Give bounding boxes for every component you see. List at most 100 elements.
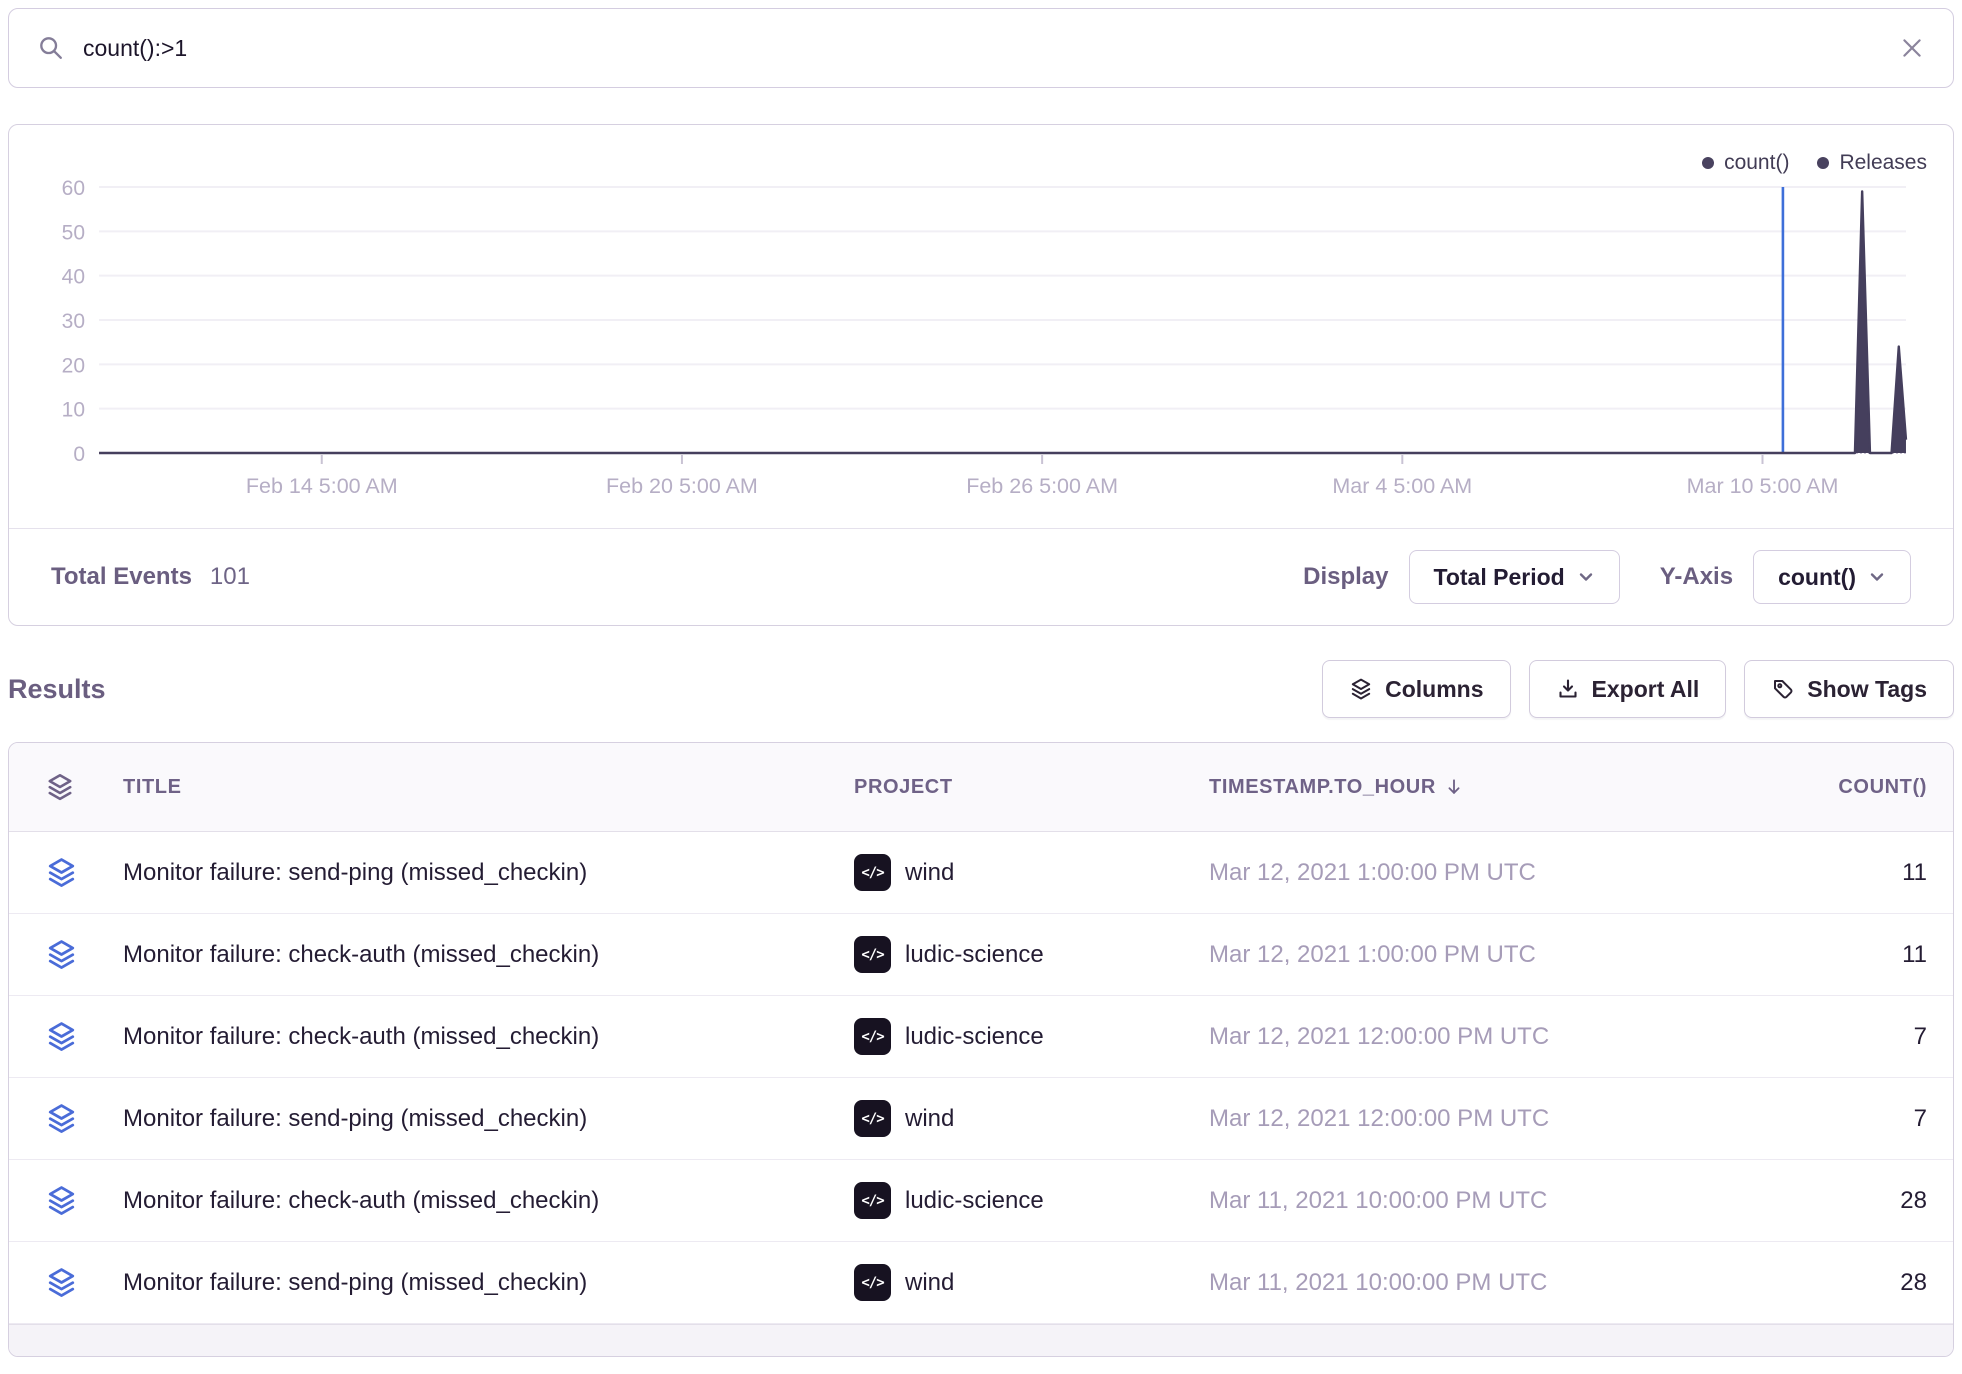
results-header: Results Columns Export All Show Tags bbox=[8, 660, 1954, 718]
event-count: 7 bbox=[1757, 1023, 1927, 1051]
event-title[interactable]: Monitor failure: send-ping (missed_check… bbox=[123, 1105, 587, 1133]
results-heading: Results bbox=[8, 674, 106, 705]
download-icon bbox=[1556, 677, 1580, 701]
export-all-button[interactable]: Export All bbox=[1529, 660, 1727, 718]
show-tags-button[interactable]: Show Tags bbox=[1744, 660, 1954, 718]
event-count: 11 bbox=[1757, 859, 1927, 887]
display-select[interactable]: Total Period bbox=[1409, 550, 1620, 604]
project-name: ludic-science bbox=[905, 1023, 1044, 1051]
chevron-down-icon bbox=[1577, 568, 1595, 586]
table-row[interactable]: Monitor failure: send-ping (missed_check… bbox=[9, 1078, 1953, 1160]
svg-text:Feb 20 5:00 AM: Feb 20 5:00 AM bbox=[606, 474, 758, 498]
svg-text:40: 40 bbox=[62, 266, 85, 289]
svg-text:Mar 4 5:00 AM: Mar 4 5:00 AM bbox=[1332, 474, 1472, 498]
stack-icon bbox=[45, 938, 123, 971]
column-header-project[interactable]: PROJECT bbox=[854, 776, 1209, 799]
svg-text:0: 0 bbox=[73, 443, 85, 466]
event-timestamp: Mar 12, 2021 1:00:00 PM UTC bbox=[1209, 859, 1757, 887]
tag-icon bbox=[1771, 677, 1795, 701]
svg-text:Feb 26 5:00 AM: Feb 26 5:00 AM bbox=[966, 474, 1118, 498]
project-name: ludic-science bbox=[905, 1187, 1044, 1215]
platform-code-icon: </> bbox=[854, 854, 891, 891]
platform-code-icon: </> bbox=[854, 1100, 891, 1137]
project-name: wind bbox=[905, 859, 954, 887]
table-row[interactable]: Monitor failure: send-ping (missed_check… bbox=[9, 1242, 1953, 1324]
stack-icon bbox=[45, 856, 123, 889]
y-axis-select[interactable]: count() bbox=[1753, 550, 1911, 604]
event-count: 28 bbox=[1757, 1269, 1927, 1297]
column-header-title[interactable]: TITLE bbox=[123, 776, 854, 799]
layers-icon bbox=[1349, 677, 1373, 701]
event-count: 11 bbox=[1757, 941, 1927, 969]
events-chart: count() Releases 0 10 20 30 40 50 60 Feb 14 5:00… bbox=[9, 125, 1953, 528]
sort-desc-icon bbox=[1444, 777, 1464, 797]
svg-text:20: 20 bbox=[62, 354, 85, 377]
platform-code-icon: </> bbox=[854, 1182, 891, 1219]
event-title[interactable]: Monitor failure: check-auth (missed_chec… bbox=[123, 1023, 599, 1051]
legend-item-count[interactable]: count() bbox=[1702, 151, 1789, 175]
platform-code-icon: </> bbox=[854, 1018, 891, 1055]
total-events-label: Total Events bbox=[51, 563, 192, 591]
event-count: 28 bbox=[1757, 1187, 1927, 1215]
svg-text:50: 50 bbox=[62, 221, 85, 244]
event-title[interactable]: Monitor failure: send-ping (missed_check… bbox=[123, 1269, 587, 1297]
svg-text:30: 30 bbox=[62, 310, 85, 333]
platform-code-icon: </> bbox=[854, 1264, 891, 1301]
project-name: wind bbox=[905, 1269, 954, 1297]
platform-code-icon: </> bbox=[854, 936, 891, 973]
display-select-value: Total Period bbox=[1434, 564, 1565, 591]
project-name: ludic-science bbox=[905, 941, 1044, 969]
chart-canvas: 0 10 20 30 40 50 60 Feb 14 5:00 AM Feb 20 5:00 A… bbox=[9, 125, 1953, 528]
stack-icon bbox=[45, 1020, 123, 1053]
legend-label: Releases bbox=[1839, 151, 1927, 175]
chevron-down-icon bbox=[1868, 568, 1886, 586]
event-timestamp: Mar 12, 2021 12:00:00 PM UTC bbox=[1209, 1023, 1757, 1051]
y-axis-select-value: count() bbox=[1778, 564, 1856, 591]
search-bar[interactable] bbox=[8, 8, 1954, 88]
show-tags-button-label: Show Tags bbox=[1807, 676, 1927, 703]
chart-legend: count() Releases bbox=[1702, 151, 1927, 175]
event-timestamp: Mar 12, 2021 1:00:00 PM UTC bbox=[1209, 941, 1757, 969]
column-header-timestamp[interactable]: TIMESTAMP.TO_HOUR bbox=[1209, 776, 1757, 799]
chart-footer: Total Events 101 Display Total Period Y-… bbox=[9, 528, 1953, 625]
column-header-timestamp-label: TIMESTAMP.TO_HOUR bbox=[1209, 776, 1436, 799]
event-timestamp: Mar 12, 2021 12:00:00 PM UTC bbox=[1209, 1105, 1757, 1133]
display-label: Display bbox=[1303, 563, 1388, 591]
stack-icon bbox=[45, 1102, 123, 1135]
event-count: 7 bbox=[1757, 1105, 1927, 1133]
clear-search-icon[interactable] bbox=[1899, 35, 1925, 61]
column-header-count[interactable]: COUNT() bbox=[1757, 776, 1927, 799]
legend-label: count() bbox=[1724, 151, 1789, 175]
table-row[interactable]: Monitor failure: send-ping (missed_check… bbox=[9, 832, 1953, 914]
table-row[interactable]: Monitor failure: check-auth (missed_chec… bbox=[9, 996, 1953, 1078]
svg-text:60: 60 bbox=[62, 177, 85, 200]
svg-text:Mar 10 5:00 AM: Mar 10 5:00 AM bbox=[1687, 474, 1839, 498]
chart-panel: count() Releases 0 10 20 30 40 50 60 Feb 14 5:00… bbox=[8, 124, 1954, 626]
columns-button-label: Columns bbox=[1385, 676, 1483, 703]
legend-dot-icon bbox=[1702, 157, 1714, 169]
svg-text:Feb 14 5:00 AM: Feb 14 5:00 AM bbox=[246, 474, 398, 498]
stack-icon bbox=[45, 1266, 123, 1299]
table-header-row: TITLE PROJECT TIMESTAMP.TO_HOUR COUNT() bbox=[9, 743, 1953, 832]
stack-icon bbox=[45, 1184, 123, 1217]
total-events-value: 101 bbox=[210, 563, 250, 591]
table-footer bbox=[9, 1324, 1953, 1356]
stack-icon bbox=[45, 772, 123, 802]
table-row[interactable]: Monitor failure: check-auth (missed_chec… bbox=[9, 1160, 1953, 1242]
legend-dot-icon bbox=[1817, 157, 1829, 169]
event-title[interactable]: Monitor failure: check-auth (missed_chec… bbox=[123, 1187, 599, 1215]
legend-item-releases[interactable]: Releases bbox=[1817, 151, 1927, 175]
table-row[interactable]: Monitor failure: check-auth (missed_chec… bbox=[9, 914, 1953, 996]
export-all-button-label: Export All bbox=[1592, 676, 1700, 703]
discover-page: count() Releases 0 10 20 30 40 50 60 Feb 14 5:00… bbox=[0, 0, 1962, 1365]
search-icon bbox=[37, 34, 65, 62]
columns-button[interactable]: Columns bbox=[1322, 660, 1510, 718]
results-table: TITLE PROJECT TIMESTAMP.TO_HOUR COUNT() … bbox=[8, 742, 1954, 1357]
project-name: wind bbox=[905, 1105, 954, 1133]
event-title[interactable]: Monitor failure: send-ping (missed_check… bbox=[123, 859, 587, 887]
event-timestamp: Mar 11, 2021 10:00:00 PM UTC bbox=[1209, 1187, 1757, 1215]
event-timestamp: Mar 11, 2021 10:00:00 PM UTC bbox=[1209, 1269, 1757, 1297]
search-input[interactable] bbox=[83, 35, 1881, 62]
svg-text:10: 10 bbox=[62, 399, 85, 422]
event-title[interactable]: Monitor failure: check-auth (missed_chec… bbox=[123, 941, 599, 969]
